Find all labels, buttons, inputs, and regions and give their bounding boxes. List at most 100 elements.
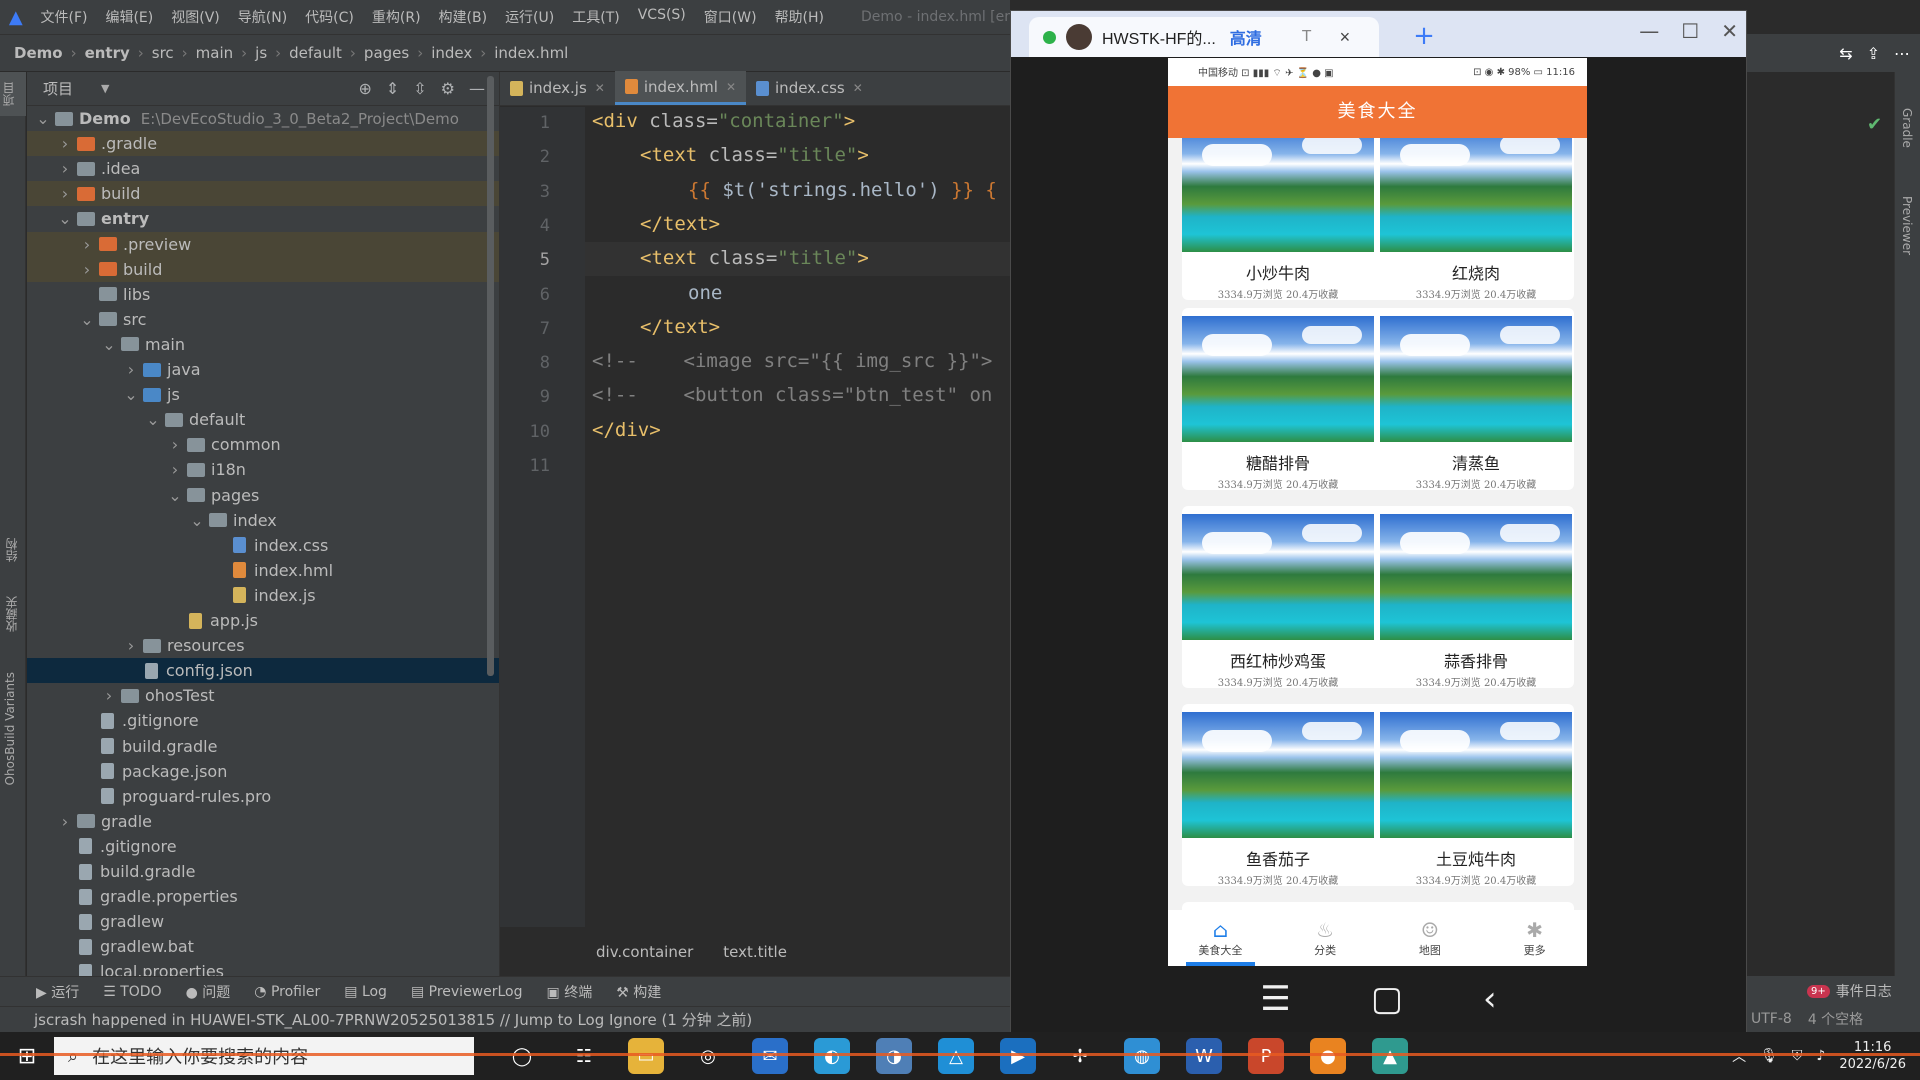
text-mode-icon[interactable]: T [1302, 28, 1312, 46]
toolwindow-button[interactable]: ▣ 终端 [547, 982, 593, 1002]
code-line[interactable]: </text> [640, 213, 720, 235]
recipe-item[interactable]: 西红柿炒鸡蛋 3334.9万浏览 20.4万收藏 [1182, 514, 1374, 689]
toolwindow-button[interactable]: ● 问题 [186, 982, 231, 1002]
close-window-icon[interactable]: ✕ [1721, 19, 1738, 43]
recipe-item[interactable]: 小炒牛肉 3334.9万浏览 20.4万收藏 [1182, 138, 1374, 301]
shield-icon[interactable]: ⛨ [1792, 1048, 1803, 1064]
chevron-down-icon[interactable]: ⌄ [101, 335, 117, 354]
volume-icon[interactable]: ♪ [1816, 1048, 1825, 1064]
gear-icon[interactable]: ⚙ [441, 79, 455, 98]
tree-item[interactable]: › resources [27, 633, 499, 658]
toolwindow-button[interactable]: ▶ 运行 [36, 982, 79, 1002]
menu-icon[interactable]: ☰ [1260, 979, 1290, 1019]
chevron-right-icon[interactable]: › [123, 360, 139, 379]
tree-item[interactable]: index.js [27, 583, 499, 608]
recipe-item[interactable]: 糖醋排骨 3334.9万浏览 20.4万收藏 [1182, 316, 1374, 491]
menu-item[interactable]: 编辑(E) [96, 7, 162, 27]
task-view-icon[interactable]: ◯ [504, 1038, 540, 1074]
breadcrumb-item[interactable]: pages [364, 44, 409, 62]
chevron-right-icon[interactable]: › [101, 686, 117, 705]
tree-item[interactable]: › common [27, 432, 499, 457]
menu-item[interactable]: 代码(C) [296, 7, 363, 27]
tree-item[interactable]: ⌄ index [27, 508, 499, 533]
recipe-grid[interactable]: 小炒牛肉 3334.9万浏览 20.4万收藏 红烧肉 3334.9万浏览 20.4万收… [1168, 138, 1587, 910]
chevron-right-icon[interactable]: › [57, 159, 73, 178]
code-line[interactable]: <text class="title"> [640, 144, 869, 166]
close-tab-icon[interactable]: ✕ [595, 81, 605, 95]
build-variants-toolwindow-tab[interactable]: OhosBuild Variants [3, 672, 17, 785]
tree-item[interactable]: › .gradle [27, 131, 499, 157]
chevron-right-icon[interactable]: › [167, 460, 183, 479]
recipe-item[interactable]: 鱼香茄子 3334.9万浏览 20.4万收藏 [1182, 712, 1374, 887]
code-line[interactable]: </text> [640, 316, 720, 338]
breadcrumb-item[interactable]: main [196, 44, 233, 62]
minimize-icon[interactable]: — [1639, 19, 1659, 43]
tree-item[interactable]: build.gradle [27, 734, 499, 759]
tree-item[interactable]: ⌄ pages [27, 483, 499, 508]
recipe-item[interactable]: 红烧肉 3334.9万浏览 20.4万收藏 [1380, 138, 1572, 301]
editor-breadcrumb-item[interactable]: text.title [723, 943, 787, 961]
tree-item[interactable]: package.json [27, 759, 499, 784]
tree-item[interactable]: › build [27, 181, 499, 207]
status-message[interactable]: jscrash happened in HUAWEI-STK_AL00-7PRN… [0, 1006, 1010, 1032]
tree-item[interactable]: .gitignore [27, 834, 499, 859]
locate-icon[interactable]: ⊕ [358, 79, 371, 98]
tree-item[interactable]: › i18n [27, 457, 499, 482]
breadcrumb-item[interactable]: src [152, 44, 174, 62]
chevron-right-icon[interactable]: › [167, 435, 183, 454]
tree-item[interactable]: index.hml [27, 558, 499, 583]
code-line[interactable]: <!-- <image src="{{ img_src }}"> [592, 350, 992, 372]
previewer-toolwindow-tab[interactable]: Previewer [1900, 196, 1914, 255]
editor-tab[interactable]: index.hml ✕ [614, 71, 747, 105]
media-app-icon[interactable]: ▶ [1000, 1038, 1036, 1074]
tree-item[interactable]: app.js [27, 608, 499, 633]
edge-browser-icon[interactable]: ◐ [814, 1038, 850, 1074]
tree-item[interactable]: libs [27, 282, 499, 307]
tree-item[interactable]: index.css [27, 533, 499, 558]
dev-tool-icon[interactable]: ✢ [1062, 1038, 1098, 1074]
close-tab-icon[interactable]: ✕ [726, 80, 736, 94]
tree-item[interactable]: gradle.properties [27, 884, 499, 909]
tree-item[interactable]: ⌄ main [27, 332, 499, 357]
clock[interactable]: 11:16 2022/6/26 [1839, 1039, 1906, 1073]
code-line[interactable]: one [688, 282, 722, 304]
bottom-nav-item[interactable]: ♨ 分类 [1273, 910, 1378, 966]
project-toolwindow-tab[interactable]: 项目 [0, 72, 26, 116]
taskbar-search[interactable]: ⌕ 在这里输入你要搜索的内容 [54, 1037, 474, 1075]
microphone-icon[interactable]: 🎙 [1760, 1048, 1778, 1064]
orange-app-icon[interactable]: ● [1310, 1038, 1346, 1074]
deveco-studio-icon[interactable]: ▲ [1372, 1038, 1408, 1074]
tree-item[interactable]: config.json [27, 658, 499, 684]
tray-expand-icon[interactable]: ︿ [1732, 1046, 1746, 1066]
code-line[interactable]: <text class="title"> [640, 247, 869, 269]
event-log-button[interactable]: 9+ 事件日志 [1747, 976, 1920, 1006]
tree-item[interactable]: ⌄ entry [27, 206, 499, 231]
tree-item[interactable]: ⌄ src [27, 307, 499, 332]
chevron-down-icon[interactable]: ⌄ [35, 109, 51, 128]
breadcrumb-item[interactable]: index [431, 44, 472, 62]
quality-badge[interactable]: 高清 [1230, 25, 1262, 49]
collapse-all-icon[interactable]: ⇳ [413, 79, 426, 98]
tree-item[interactable]: build.gradle [27, 859, 499, 884]
toolwindow-button[interactable]: ☰ TODO [103, 984, 161, 1000]
maximize-icon[interactable]: ☐ [1681, 19, 1699, 43]
device-tab[interactable]: HWSTK-HF的... 高清 T × [1029, 17, 1379, 57]
chevron-down-icon[interactable]: ⌄ [79, 310, 95, 329]
code-line[interactable]: <!-- <button class="btn_test" on [592, 384, 992, 406]
bottom-nav-item[interactable]: ☺ 地图 [1378, 910, 1483, 966]
tree-item[interactable]: › java [27, 357, 499, 382]
menu-item[interactable]: 帮助(H) [766, 7, 833, 27]
gradle-toolwindow-tab[interactable]: Gradle [1900, 108, 1914, 148]
menu-item[interactable]: 工具(T) [563, 7, 628, 27]
toolwindow-button[interactable]: ⚒ 构建 [616, 982, 661, 1002]
project-tree-scrollbar[interactable] [487, 76, 494, 676]
cloud-app-icon[interactable]: △ [938, 1038, 974, 1074]
chevron-right-icon[interactable]: › [79, 260, 95, 279]
add-tab-icon[interactable]: + [1409, 21, 1439, 51]
chevron-right-icon[interactable]: › [79, 235, 95, 254]
favorites-toolwindow-tab[interactable]: 收藏夹 [3, 596, 20, 632]
file-explorer-icon[interactable]: ▭ [628, 1038, 664, 1074]
toolwindow-button[interactable]: ▤ Log [344, 984, 387, 1000]
tree-item[interactable]: .gitignore [27, 708, 499, 733]
share-icon[interactable]: ⇪ [1867, 44, 1880, 63]
